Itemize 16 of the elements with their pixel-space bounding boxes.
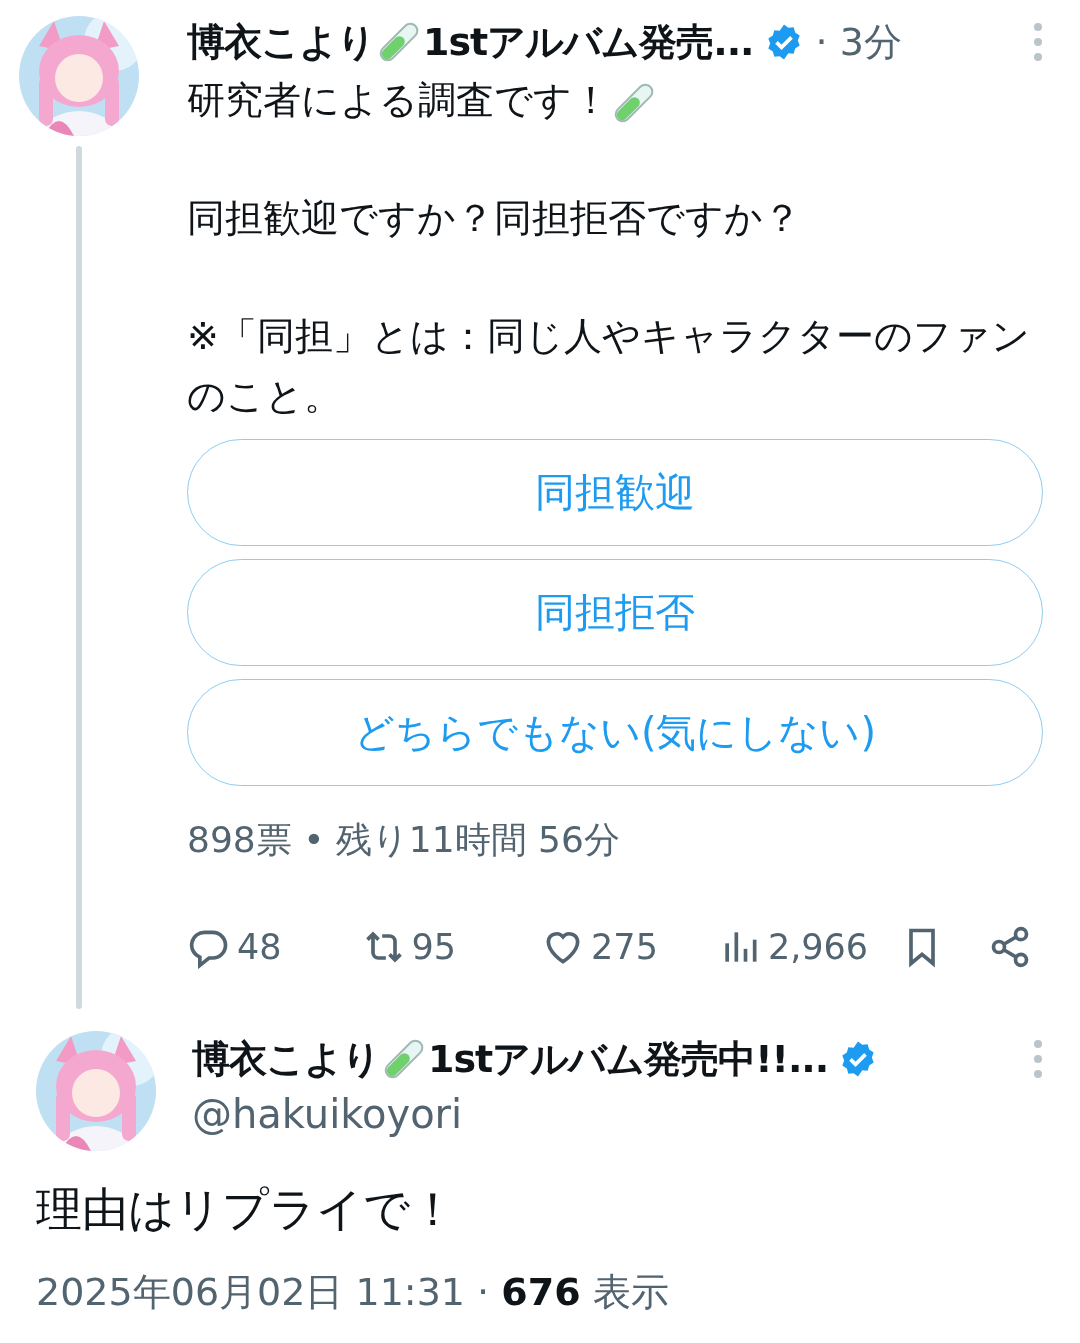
post-time: · 3分	[815, 18, 902, 66]
tweet-text: 研究者による調査です！	[187, 78, 610, 122]
display-name-suffix[interactable]: 1stアルバム発売中!!...	[428, 1033, 829, 1085]
reply-text: 理由はリプライで！	[35, 1181, 457, 1238]
poll-summary: 898票 • 残り11時間 56分	[187, 818, 621, 862]
display-name[interactable]: 博衣こより	[192, 1033, 380, 1085]
like-action[interactable]: 275	[541, 925, 658, 969]
views-action[interactable]: 2,966	[717, 925, 869, 969]
retweet-action[interactable]: 95	[361, 925, 457, 969]
username[interactable]: @hakuikoyori	[192, 1091, 1043, 1137]
tweet-text: ※「同担」とは：同じ人やキャラクターのファンのこと。	[187, 313, 1031, 420]
reply-action[interactable]: 48	[187, 925, 282, 969]
post-timestamp: 2025年06月02日 11:31 · 676 表示	[35, 1269, 670, 1316]
tweet-text: 同担歓迎ですか？同担拒否ですか？	[187, 195, 802, 242]
display-name-suffix[interactable]: 1stアルバム発売...	[423, 16, 754, 68]
display-name[interactable]: 博衣こより	[187, 16, 375, 68]
